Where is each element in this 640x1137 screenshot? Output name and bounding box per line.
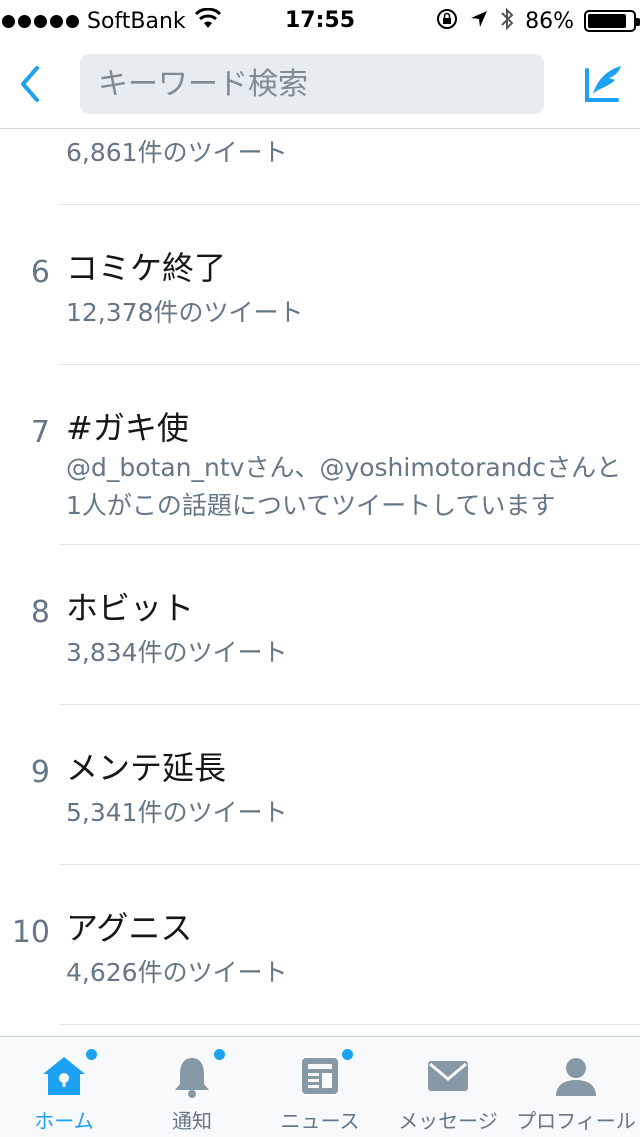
trend-rank: 6 bbox=[30, 255, 50, 290]
trend-tweet-count: 3,834件のツイート bbox=[66, 638, 288, 667]
trend-name: #ガキ使 bbox=[66, 409, 189, 447]
person-icon bbox=[556, 1058, 596, 1096]
trend-rank: 9 bbox=[30, 755, 50, 790]
tab-profile[interactable]: プロフィール bbox=[512, 1037, 640, 1137]
tab-label: 通知 bbox=[172, 1109, 212, 1133]
back-button[interactable] bbox=[8, 58, 52, 110]
trend-tweet-count: 5,341件のツイート bbox=[66, 798, 288, 827]
trend-list: 6,861件のツイート 6 コミケ終了 12,378件のツイート 7 #ガキ使 … bbox=[0, 129, 640, 1035]
status-bar: SoftBank 17:55 86% bbox=[0, 0, 640, 42]
tab-messages[interactable]: メッセージ bbox=[384, 1037, 512, 1137]
notification-badge bbox=[86, 1049, 97, 1060]
divider bbox=[60, 1024, 640, 1025]
tab-label: プロフィール bbox=[516, 1109, 636, 1133]
nav-bar bbox=[0, 42, 640, 129]
bell-icon bbox=[175, 1058, 209, 1098]
trend-item[interactable]: 8 ホビット 3,834件のツイート bbox=[0, 545, 640, 705]
bluetooth-icon bbox=[499, 6, 515, 36]
trend-name: コミケ終了 bbox=[66, 249, 227, 287]
trend-item[interactable]: 6,861件のツイート bbox=[0, 129, 640, 205]
trend-rank: 10 bbox=[11, 915, 50, 950]
tab-label: ホーム bbox=[34, 1109, 94, 1133]
trend-description: @d_botan_ntvさん、@yoshimotorandcさんと1人がこの話題… bbox=[66, 453, 622, 520]
tab-news[interactable]: ニュース bbox=[256, 1037, 384, 1137]
battery-percentage: 86% bbox=[525, 8, 574, 34]
compose-tweet-icon bbox=[585, 66, 621, 102]
trend-tweet-count: 4,626件のツイート bbox=[66, 958, 288, 987]
trend-tweet-count: 12,378件のツイート bbox=[66, 298, 304, 327]
trend-tweet-count: 6,861件のツイート bbox=[66, 138, 288, 167]
notification-badge bbox=[342, 1049, 353, 1060]
trend-rank: 7 bbox=[30, 415, 50, 450]
tab-bar: ホーム 通知 ニュース メッセージ プロフィール bbox=[0, 1036, 640, 1137]
tab-label: メッセージ bbox=[398, 1109, 498, 1133]
trend-item[interactable]: 6 コミケ終了 12,378件のツイート bbox=[0, 205, 640, 365]
location-icon bbox=[469, 9, 489, 33]
search-input[interactable] bbox=[80, 54, 544, 114]
news-icon bbox=[302, 1058, 338, 1094]
chevron-left-icon bbox=[21, 66, 39, 102]
tab-notifications[interactable]: 通知 bbox=[128, 1037, 256, 1137]
tab-label: ニュース bbox=[280, 1109, 360, 1133]
battery-icon bbox=[584, 10, 640, 32]
notification-badge bbox=[214, 1049, 225, 1060]
trend-name: メンテ延長 bbox=[66, 749, 227, 787]
envelope-icon bbox=[428, 1061, 468, 1091]
trend-item[interactable]: 7 #ガキ使 @d_botan_ntvさん、@yoshimotorandcさんと… bbox=[0, 365, 640, 545]
home-icon bbox=[43, 1057, 85, 1095]
trend-item[interactable]: 10 アグニス 4,626件のツイート bbox=[0, 865, 640, 1025]
trend-name: アグニス bbox=[66, 909, 193, 947]
rotation-lock-icon bbox=[435, 7, 459, 35]
compose-button[interactable] bbox=[576, 60, 628, 108]
trend-name: ホビット bbox=[66, 589, 195, 627]
tab-home[interactable]: ホーム bbox=[0, 1037, 128, 1137]
trend-rank: 8 bbox=[30, 595, 50, 630]
search-box[interactable] bbox=[80, 54, 544, 114]
trend-item[interactable]: 9 メンテ延長 5,341件のツイート bbox=[0, 705, 640, 865]
